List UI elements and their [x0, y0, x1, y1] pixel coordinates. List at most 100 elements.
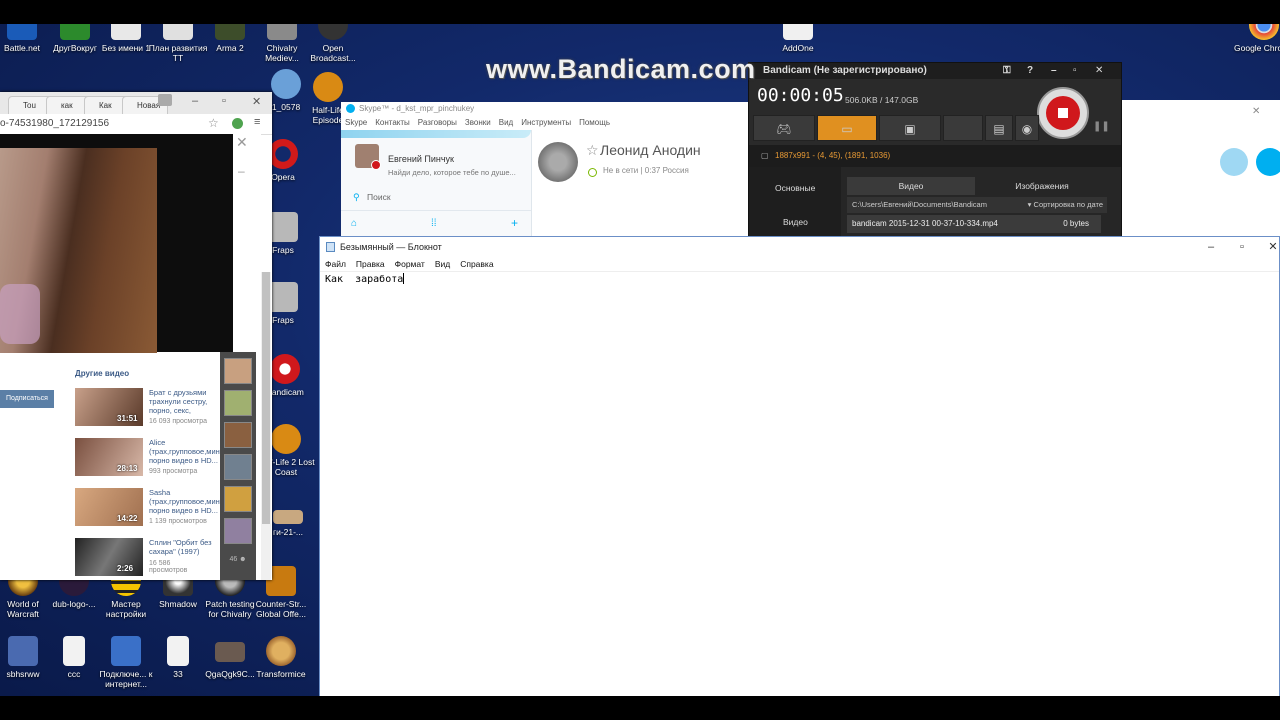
pause-icon[interactable]: ❚❚	[1093, 121, 1110, 132]
list-item[interactable]: 2:26 Сплин "Орбит без сахара" (1997) 16 …	[75, 538, 220, 583]
avatar[interactable]	[224, 518, 252, 544]
scrollbar[interactable]	[261, 272, 271, 580]
desktop-icon-33[interactable]: 33	[148, 636, 208, 679]
favorite-star-icon[interactable]: ☆	[586, 142, 599, 159]
video-call-icon[interactable]	[1220, 148, 1248, 176]
skype-menu-calls[interactable]: Звонки	[465, 118, 491, 127]
avatar[interactable]	[224, 422, 252, 448]
notepad-text-area[interactable]: Как заработа	[325, 273, 405, 285]
minimize-icon[interactable]: –	[192, 95, 198, 107]
nav-video[interactable]: Видео	[783, 217, 808, 227]
tab-images[interactable]: Изображения	[977, 177, 1107, 195]
list-item[interactable]: 31:51 Брат с друзьями трахнули сестру, п…	[75, 388, 220, 433]
desktop-icon-addone[interactable]: AddOne	[768, 24, 828, 53]
skype-sidebar: Евгений Пинчук Найди дело, которое тебе …	[341, 130, 532, 236]
user-icon[interactable]	[158, 94, 172, 106]
menu-view[interactable]: Вид	[435, 259, 450, 269]
video-views: 1 139 просмотров	[149, 518, 207, 525]
skype-menu-conversations[interactable]: Разговоры	[418, 118, 457, 127]
desktop-icon-connection[interactable]: Подключе... к интернет...	[96, 636, 156, 689]
desktop-icon-arma2[interactable]: Arma 2	[200, 24, 260, 53]
address-bar[interactable]: o-74531980_172129156 ☆ ≡	[0, 114, 272, 135]
minimize-video-icon[interactable]: –	[238, 164, 245, 178]
close-icon[interactable]: ✕	[1252, 106, 1260, 117]
image-icon	[271, 69, 301, 99]
camera-icon[interactable]: ◉	[1015, 115, 1039, 141]
video-views: 16 093 просмотра	[149, 418, 207, 425]
desktop-icon-obs[interactable]: Open Broadcast...	[303, 24, 363, 63]
video-title[interactable]: Alice (трах,групповое,минет, порно видео…	[149, 438, 228, 465]
file-name: bandicam 2015-12-31 00-37-10-334.mp4	[852, 219, 998, 228]
nav-general[interactable]: Основные	[775, 183, 815, 193]
subscribe-button[interactable]: Подписаться	[0, 390, 54, 408]
skype-header-wave	[341, 130, 531, 138]
skype-menu-help[interactable]: Помощь	[579, 118, 610, 127]
notepad-menubar: Файл Правка Формат Вид Справка	[320, 257, 1279, 272]
menu-format[interactable]: Формат	[395, 259, 425, 269]
folder-icon[interactable]: ▤	[985, 115, 1013, 141]
video-title[interactable]: Сплин "Орбит без сахара" (1997)	[149, 538, 219, 556]
friends-strip: 46 ☻	[220, 352, 256, 580]
list-item[interactable]: 14:22 Sasha (трах,групповое,минет, порно…	[75, 488, 228, 533]
maximize-icon[interactable]: ▫	[222, 95, 226, 107]
file-row[interactable]: bandicam 2015-12-31 00-37-10-334.mp4 0 b…	[847, 215, 1101, 233]
list-item[interactable]: 28:13 Alice (трах,групповое,минет, порно…	[75, 438, 228, 483]
contact-status-line: Не в сети | 0:37 Россия	[603, 166, 689, 175]
skype-menu-contacts[interactable]: Контакты	[375, 118, 410, 127]
skype-search[interactable]: Поиск	[367, 192, 391, 202]
video-title[interactable]: Брат с друзьями трахнули сестру, порно, …	[149, 388, 219, 415]
contact-avatar[interactable]	[538, 142, 578, 182]
document-icon	[163, 24, 193, 40]
skype-menu-view[interactable]: Вид	[499, 118, 513, 127]
help-icon[interactable]: ?	[1027, 63, 1033, 79]
screen-mode-icon[interactable]: ▭	[817, 115, 877, 141]
tab-video[interactable]: Видео	[847, 177, 975, 195]
maximize-icon[interactable]: ▫	[1073, 63, 1077, 79]
close-icon[interactable]: ✕	[1095, 63, 1103, 79]
menu-file[interactable]: Файл	[325, 259, 346, 269]
avatar[interactable]	[224, 358, 252, 384]
maximize-icon[interactable]: ▫	[1227, 237, 1257, 257]
menu-icon[interactable]: ≡	[254, 116, 260, 128]
home-icon[interactable]: ⌂	[351, 218, 357, 229]
key-icon[interactable]: ⚿	[1003, 63, 1011, 79]
minimize-icon[interactable]: –	[1051, 63, 1057, 79]
add-icon[interactable]: +	[511, 216, 518, 230]
obs-icon	[318, 24, 348, 40]
skype-menu-tools[interactable]: Инструменты	[521, 118, 571, 127]
desktop-icon-ccc[interactable]: ccc	[44, 636, 104, 679]
avatar[interactable]	[224, 486, 252, 512]
minimize-icon[interactable]: –	[1196, 237, 1226, 257]
extension-icon[interactable]	[232, 118, 243, 129]
desktop-icon-chrome[interactable]: Google Chrome	[1234, 24, 1280, 53]
skype-mood[interactable]: Найди дело, которое тебе по душе...	[388, 168, 516, 177]
notepad-window: Безымянный — Блокнот – ▫ ✕ Файл Правка Фор…	[319, 236, 1280, 696]
desktop-icon-bez-imeni[interactable]: Без имени 1	[96, 24, 156, 53]
desktop-icon-plan[interactable]: План развития ТТ	[148, 24, 208, 63]
hdmi-mode-icon[interactable]: ▣	[879, 115, 941, 141]
video-duration: 28:13	[117, 464, 138, 473]
image-icon	[273, 510, 303, 524]
video-title[interactable]: Sasha (трах,групповое,минет, порно видео…	[149, 488, 228, 515]
skype-menu-skype[interactable]: Skype	[345, 118, 367, 127]
dialpad-icon[interactable]: ⁞⁞	[431, 218, 437, 229]
output-path[interactable]: C:\Users\Евгений\Documents\Bandicam ▾ Со…	[847, 197, 1107, 213]
menu-help[interactable]: Справка	[460, 259, 493, 269]
fraps-icon	[268, 212, 298, 242]
desktop-icon-transformice[interactable]: Transformice	[251, 636, 311, 679]
opera-icon	[268, 139, 298, 169]
star-icon[interactable]: ☆	[208, 116, 219, 130]
app-icon	[783, 24, 813, 40]
close-icon[interactable]: ✕	[252, 95, 261, 108]
video-player[interactable]: ✕ –	[0, 134, 252, 353]
close-video-icon[interactable]: ✕	[236, 134, 248, 151]
call-icon[interactable]	[1256, 148, 1280, 176]
record-button[interactable]	[1037, 87, 1089, 139]
sort-dropdown[interactable]: ▾ Сортировка по дате	[1028, 197, 1103, 213]
avatar[interactable]	[224, 390, 252, 416]
avatar[interactable]	[224, 454, 252, 480]
online-count: 46 ☻	[229, 556, 247, 563]
close-icon[interactable]: ✕	[1258, 237, 1280, 257]
game-mode-icon[interactable]: 🎮︎	[753, 115, 815, 141]
menu-edit[interactable]: Правка	[356, 259, 385, 269]
